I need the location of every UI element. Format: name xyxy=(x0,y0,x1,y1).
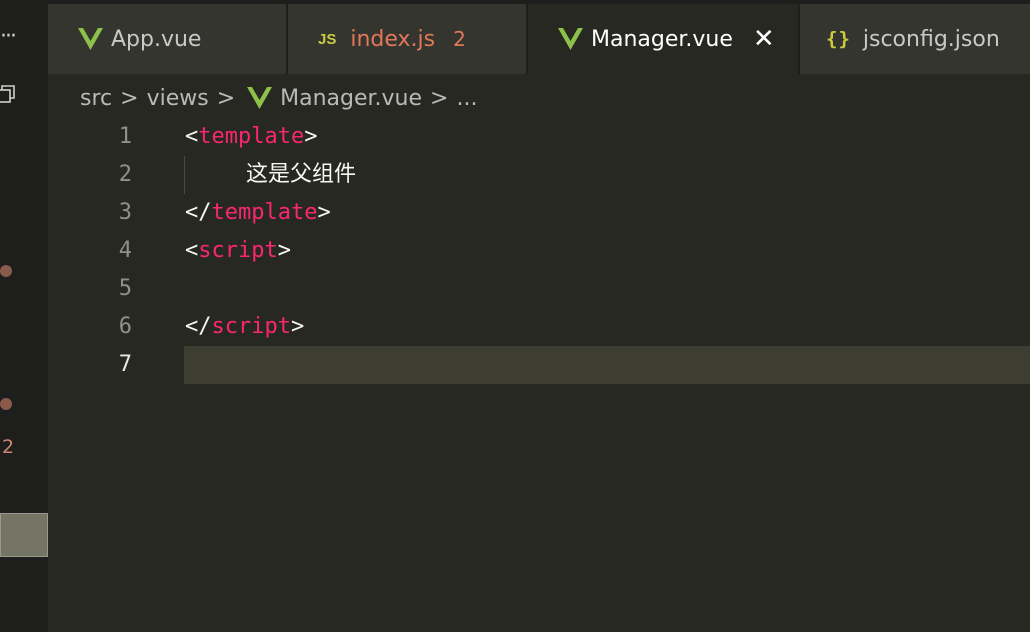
vue-icon xyxy=(78,28,103,50)
chevron-right-icon: > xyxy=(120,85,139,111)
scrollbar-slider[interactable] xyxy=(0,513,48,557)
line-number: 1 xyxy=(118,124,132,149)
code-text: 这是父组件 xyxy=(246,162,357,187)
line-number: 6 xyxy=(118,314,132,339)
breadcrumb-item[interactable]: src xyxy=(80,86,112,111)
code-line: 7 xyxy=(48,346,1030,384)
code-text: <template> xyxy=(185,124,318,149)
code-line: 2 这是父组件 xyxy=(48,156,1030,194)
tab-bar: App.vue JS index.js 2 Manager.vue ✕ {} j… xyxy=(48,0,1030,74)
code-text: </template> xyxy=(185,200,331,225)
chevron-right-icon: > xyxy=(216,85,236,111)
tab-label: App.vue xyxy=(111,26,202,52)
tab-manager-vue[interactable]: Manager.vue ✕ xyxy=(528,4,800,74)
json-icon: {} xyxy=(826,28,851,50)
vue-icon xyxy=(558,28,583,50)
code-text: </script> xyxy=(185,314,305,339)
breadcrumb-item[interactable]: views xyxy=(147,86,209,111)
tab-jsconfig-json[interactable]: {} jsconfig.json xyxy=(800,4,1030,74)
code-line: 4 <script> xyxy=(48,232,1030,270)
problem-count: 2 xyxy=(2,436,15,458)
breadcrumb-item[interactable]: Manager.vue xyxy=(280,86,422,111)
code-line: 3 </template> xyxy=(48,194,1030,232)
tab-label: index.js xyxy=(350,26,436,52)
tab-index-js[interactable]: JS index.js 2 xyxy=(288,4,528,74)
close-icon[interactable]: ✕ xyxy=(753,24,775,54)
line-number: 7 xyxy=(118,352,132,377)
code-line: 1 <template> xyxy=(48,118,1030,156)
tab-app-vue[interactable]: App.vue xyxy=(48,4,288,74)
breakpoint-dot xyxy=(0,265,12,277)
vue-icon xyxy=(247,87,273,109)
code-text: <script> xyxy=(185,238,291,263)
line-number: 2 xyxy=(118,162,132,187)
js-icon: JS xyxy=(318,30,337,48)
line-number: 3 xyxy=(118,200,132,225)
activity-strip: ··· 2 xyxy=(0,0,48,632)
tab-label: jsconfig.json xyxy=(862,26,1000,52)
breadcrumb-item[interactable]: ... xyxy=(456,86,477,111)
line-number: 5 xyxy=(118,276,132,301)
problem-badge: 2 xyxy=(453,27,466,51)
code-line: 6 </script> xyxy=(48,308,1030,346)
code-line: 5 xyxy=(48,270,1030,308)
copy-icon[interactable] xyxy=(0,85,15,103)
tab-label: Manager.vue xyxy=(591,26,733,52)
breadcrumb: src > views > Manager.vue > ... xyxy=(80,82,477,114)
chevron-right-icon: > xyxy=(430,85,449,111)
code-editor[interactable]: 1 <template> 2 这是父组件 3 </template> 4 <sc… xyxy=(48,118,1030,632)
more-icon[interactable]: ··· xyxy=(0,22,20,52)
breakpoint-dot xyxy=(0,398,12,410)
line-number: 4 xyxy=(118,238,132,263)
